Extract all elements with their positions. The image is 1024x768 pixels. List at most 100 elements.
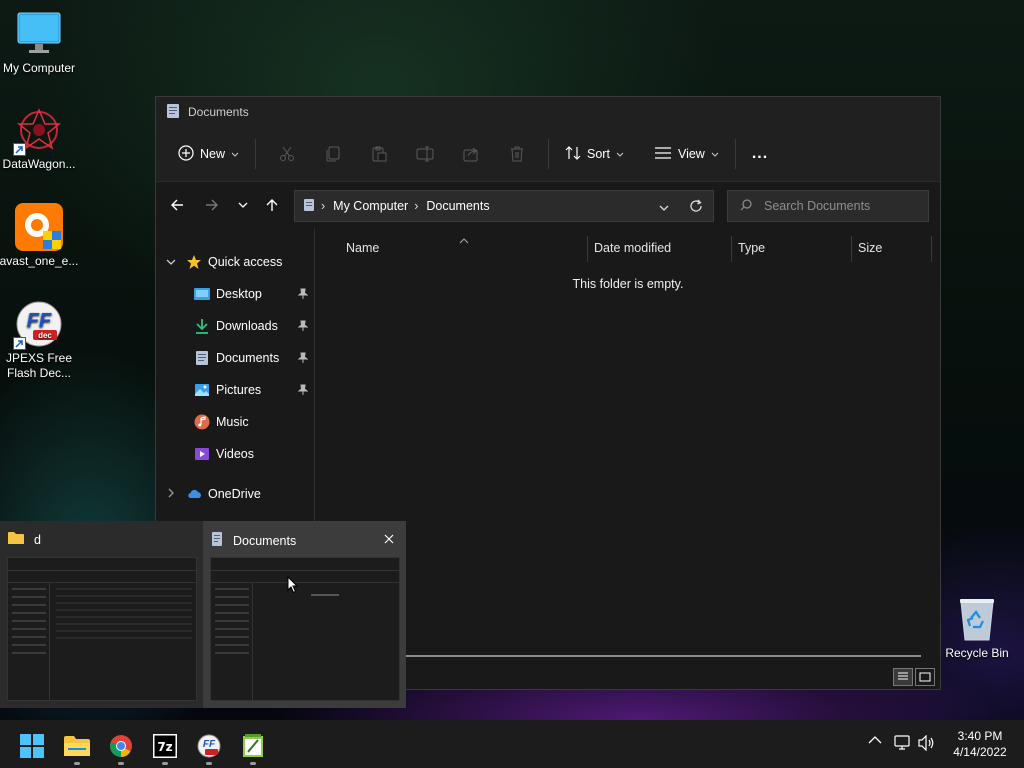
taskbar: 7z FF 3:40 PM 4/14/2022: [0, 720, 1024, 768]
view-button[interactable]: View: [646, 140, 727, 169]
sidebar-item-documents[interactable]: Documents: [156, 344, 314, 372]
rename-icon[interactable]: [409, 139, 441, 169]
desktop-icon-datawagon[interactable]: DataWagon...: [0, 106, 79, 172]
empty-folder-message: This folder is empty.: [572, 277, 684, 291]
taskbar-thumbnail-flyout: d Documents: [0, 521, 406, 708]
toolbar-separator: [734, 139, 736, 169]
avast-icon: [15, 203, 63, 251]
sidebar-item-label: Downloads: [216, 319, 278, 333]
thumbnail-title-text: Documents: [233, 533, 297, 548]
paste-icon[interactable]: [363, 139, 395, 169]
desktop-icon-my-computer[interactable]: My Computer: [0, 10, 79, 76]
taskbar-clock[interactable]: 3:40 PM 4/14/2022: [940, 728, 1020, 760]
large-icons-view-toggle[interactable]: [915, 668, 935, 686]
folder-icon: [8, 531, 24, 548]
thumbnail-window-d[interactable]: d: [0, 521, 203, 708]
documents-icon: [194, 350, 210, 366]
breadcrumb-my-computer[interactable]: My Computer: [333, 199, 408, 213]
sidebar-item-onedrive[interactable]: OneDrive: [156, 480, 314, 508]
start-icon: [20, 734, 44, 758]
taskbar-app-notepad[interactable]: [233, 728, 273, 765]
copy-icon[interactable]: [317, 139, 349, 169]
more-options-button[interactable]: ...: [744, 139, 776, 169]
onedrive-cloud-icon: [186, 486, 202, 502]
column-header-date-modified[interactable]: Date modified: [594, 241, 671, 255]
column-divider[interactable]: [851, 236, 852, 262]
breadcrumb-chevron-icon: ›: [321, 199, 326, 213]
downloads-icon: [194, 318, 210, 334]
cut-icon[interactable]: [271, 139, 303, 169]
desktop-icon-label: avast_one_e...: [0, 254, 79, 268]
new-button[interactable]: New: [170, 139, 247, 170]
recent-locations-button[interactable]: [228, 190, 258, 220]
taskbar-app-7zip[interactable]: 7z: [145, 728, 185, 765]
up-button[interactable]: [257, 190, 287, 220]
address-dropdown-icon[interactable]: [659, 201, 669, 215]
thumbnail-preview: [7, 557, 197, 701]
close-icon[interactable]: [384, 533, 394, 547]
datawagon-icon: [13, 106, 63, 156]
column-divider[interactable]: [731, 236, 732, 262]
sidebar-item-downloads[interactable]: Downloads: [156, 312, 314, 340]
desktop-icon-ffdec[interactable]: FF dec JPEXS Free Flash Dec...: [0, 300, 79, 381]
sidebar-item-label: Pictures: [216, 383, 262, 397]
desktop-icon-avast[interactable]: avast_one_e...: [0, 203, 79, 269]
window-title: Documents: [188, 105, 249, 119]
delete-icon[interactable]: [501, 139, 533, 169]
start-button[interactable]: [12, 728, 52, 764]
shortcut-arrow-icon: [13, 143, 26, 156]
sort-button-label: Sort: [587, 147, 610, 161]
taskbar-app-ffdec[interactable]: FF: [189, 728, 229, 765]
show-hidden-icons-button[interactable]: [868, 734, 882, 748]
chevron-right-icon[interactable]: [167, 487, 175, 501]
column-divider[interactable]: [931, 236, 932, 262]
volume-icon[interactable]: [918, 734, 936, 754]
sidebar-item-pictures[interactable]: Pictures: [156, 376, 314, 404]
large-icons-view-icon: [919, 672, 931, 682]
search-input[interactable]: Search Documents: [764, 199, 870, 213]
sidebar-item-videos[interactable]: Videos: [156, 440, 314, 468]
view-button-label: View: [677, 147, 705, 161]
desktop-icon-recycle-bin[interactable]: Recycle Bin: [937, 596, 1017, 660]
title-bar[interactable]: Documents: [156, 97, 940, 127]
column-header-size[interactable]: Size: [858, 241, 882, 255]
recycle-bin-icon: [957, 596, 997, 642]
address-bar[interactable]: › My Computer › Documents: [294, 190, 714, 222]
star-icon: [186, 254, 202, 270]
desktop-icon-label: DataWagon...: [2, 157, 76, 171]
chevron-down-icon: [231, 147, 239, 161]
file-list-pane[interactable]: Name Date modified Type Size This folder…: [316, 228, 940, 668]
breadcrumb-documents[interactable]: Documents: [426, 199, 489, 213]
chevron-down-icon: [711, 147, 719, 161]
running-indicator: [74, 762, 80, 765]
desktop-folder-icon: [194, 286, 210, 302]
mouse-cursor-icon: [287, 575, 299, 597]
sort-button[interactable]: Sort: [557, 139, 632, 170]
column-divider[interactable]: [587, 236, 588, 262]
desktop-icon-label: Recycle Bin: [945, 646, 1009, 660]
forward-button[interactable]: [197, 190, 227, 220]
thumbnail-window-documents[interactable]: Documents: [203, 521, 406, 708]
thumbnail-title-text: d: [34, 532, 41, 547]
thumbnail-preview: [210, 557, 400, 701]
sidebar-item-desktop[interactable]: Desktop: [156, 280, 314, 308]
back-button[interactable]: [162, 190, 192, 220]
documents-icon: [303, 198, 315, 215]
chevron-down-icon[interactable]: [166, 255, 176, 269]
taskbar-app-chrome[interactable]: [101, 728, 141, 765]
search-box[interactable]: Search Documents: [727, 190, 929, 222]
details-view-toggle[interactable]: [893, 668, 913, 686]
sidebar-item-quick-access[interactable]: Quick access: [156, 248, 314, 276]
network-icon[interactable]: [894, 735, 912, 754]
column-header-name[interactable]: Name: [346, 241, 379, 255]
toolbar-separator: [548, 139, 550, 169]
sidebar-item-music[interactable]: Music: [156, 408, 314, 436]
share-icon[interactable]: [455, 139, 487, 169]
column-header-type[interactable]: Type: [738, 241, 765, 255]
running-indicator: [206, 762, 212, 765]
taskbar-app-file-explorer[interactable]: [57, 728, 97, 765]
svg-text:7z: 7z: [157, 740, 172, 754]
pin-icon: [297, 320, 309, 335]
refresh-icon[interactable]: [689, 199, 703, 216]
horizontal-scrollbar[interactable]: [406, 655, 921, 657]
